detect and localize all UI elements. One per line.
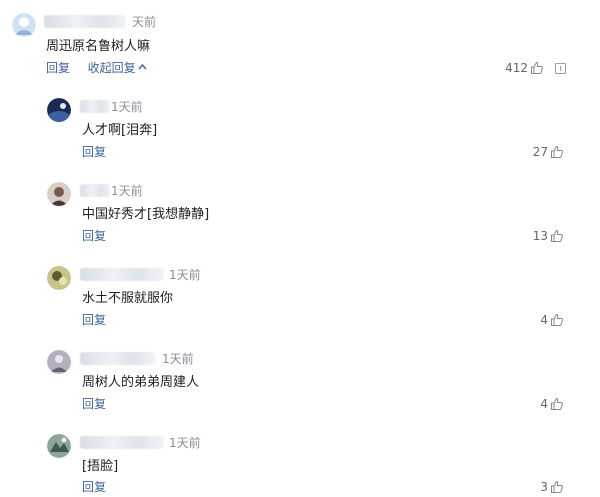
- reply-button[interactable]: 回复: [82, 229, 106, 243]
- reply-button[interactable]: 回复: [82, 397, 106, 411]
- username-redacted: [80, 352, 156, 365]
- avatar[interactable]: [47, 182, 71, 206]
- comment-text: 人才啊[泪奔]: [82, 123, 158, 138]
- thumb-up-icon: [551, 480, 563, 493]
- reply-comment: 1天前 中国好秀才[我想静静] 回复 13: [0, 174, 600, 258]
- comment-time: 1天前: [162, 352, 194, 366]
- comment-time: 1天前: [111, 100, 143, 114]
- thumb-up-icon: [531, 61, 543, 74]
- like-count: 412: [505, 61, 528, 75]
- comment-text: 周迅原名鲁树人嘛: [46, 39, 151, 54]
- username-redacted: [80, 100, 110, 113]
- comment-text: 中国好秀才[我想静静]: [82, 207, 210, 222]
- thumb-up-icon: [551, 229, 563, 242]
- main-comment: 天前 周迅原名鲁树人嘛 回复 收起回复 412: [0, 0, 600, 90]
- comment-text: [捂脸]: [82, 459, 119, 474]
- reply-comment: 1天前 人才啊[泪奔] 回复 27: [0, 90, 600, 174]
- username-redacted: [80, 268, 164, 281]
- username-redacted: [80, 436, 164, 449]
- like-count: 4: [540, 397, 548, 411]
- comment-time: 1天前: [169, 268, 201, 282]
- reply-button[interactable]: 回复: [46, 61, 70, 75]
- like-button[interactable]: 3: [540, 480, 564, 494]
- reply-button[interactable]: 回复: [82, 145, 106, 159]
- like-count: 27: [532, 145, 548, 159]
- reply-comment: 1天前 水土不服就服你 回复 4: [0, 258, 600, 342]
- like-button[interactable]: 412: [505, 61, 544, 75]
- comment-actions: 回复: [82, 313, 106, 327]
- like-button[interactable]: 4: [540, 397, 564, 411]
- comment-actions: 回复 收起回复: [46, 61, 147, 75]
- comment-time: 天前: [132, 15, 157, 29]
- like-count: 3: [540, 480, 548, 494]
- like-button[interactable]: 4: [540, 313, 564, 327]
- like-button[interactable]: 13: [533, 229, 564, 243]
- collapse-replies-button[interactable]: 收起回复: [88, 61, 147, 75]
- reply-comment: 1天前 周树人的弟弟周建人 回复 4: [0, 342, 600, 426]
- avatar[interactable]: [47, 350, 71, 374]
- like-button[interactable]: 27: [533, 145, 564, 159]
- comment-time: 1天前: [169, 436, 201, 450]
- report-icon[interactable]: [555, 63, 566, 74]
- avatar[interactable]: [12, 13, 36, 37]
- avatar[interactable]: [47, 434, 71, 458]
- thumb-up-icon: [551, 145, 563, 158]
- comment-time: 1天前: [111, 184, 143, 198]
- like-count: 13: [532, 229, 548, 243]
- reply-comment: 1天前 [捂脸] 回复 3: [0, 426, 600, 497]
- chevron-up-icon: [138, 63, 147, 70]
- comment-text: 周树人的弟弟周建人: [82, 375, 200, 390]
- comment-actions: 回复: [82, 480, 106, 494]
- username-redacted: [44, 15, 126, 28]
- comment-actions: 回复: [82, 397, 106, 411]
- thumb-up-icon: [551, 397, 563, 410]
- avatar[interactable]: [47, 266, 71, 290]
- reply-button[interactable]: 回复: [82, 313, 106, 327]
- comment-actions: 回复: [82, 229, 106, 243]
- username-redacted: [80, 184, 110, 197]
- thumb-up-icon: [551, 313, 563, 326]
- comment-actions: 回复: [82, 145, 106, 159]
- collapse-label: 收起回复: [87, 61, 136, 75]
- avatar[interactable]: [47, 98, 71, 122]
- like-count: 4: [540, 313, 548, 327]
- reply-button[interactable]: 回复: [82, 480, 106, 494]
- comment-text: 水土不服就服你: [82, 291, 174, 306]
